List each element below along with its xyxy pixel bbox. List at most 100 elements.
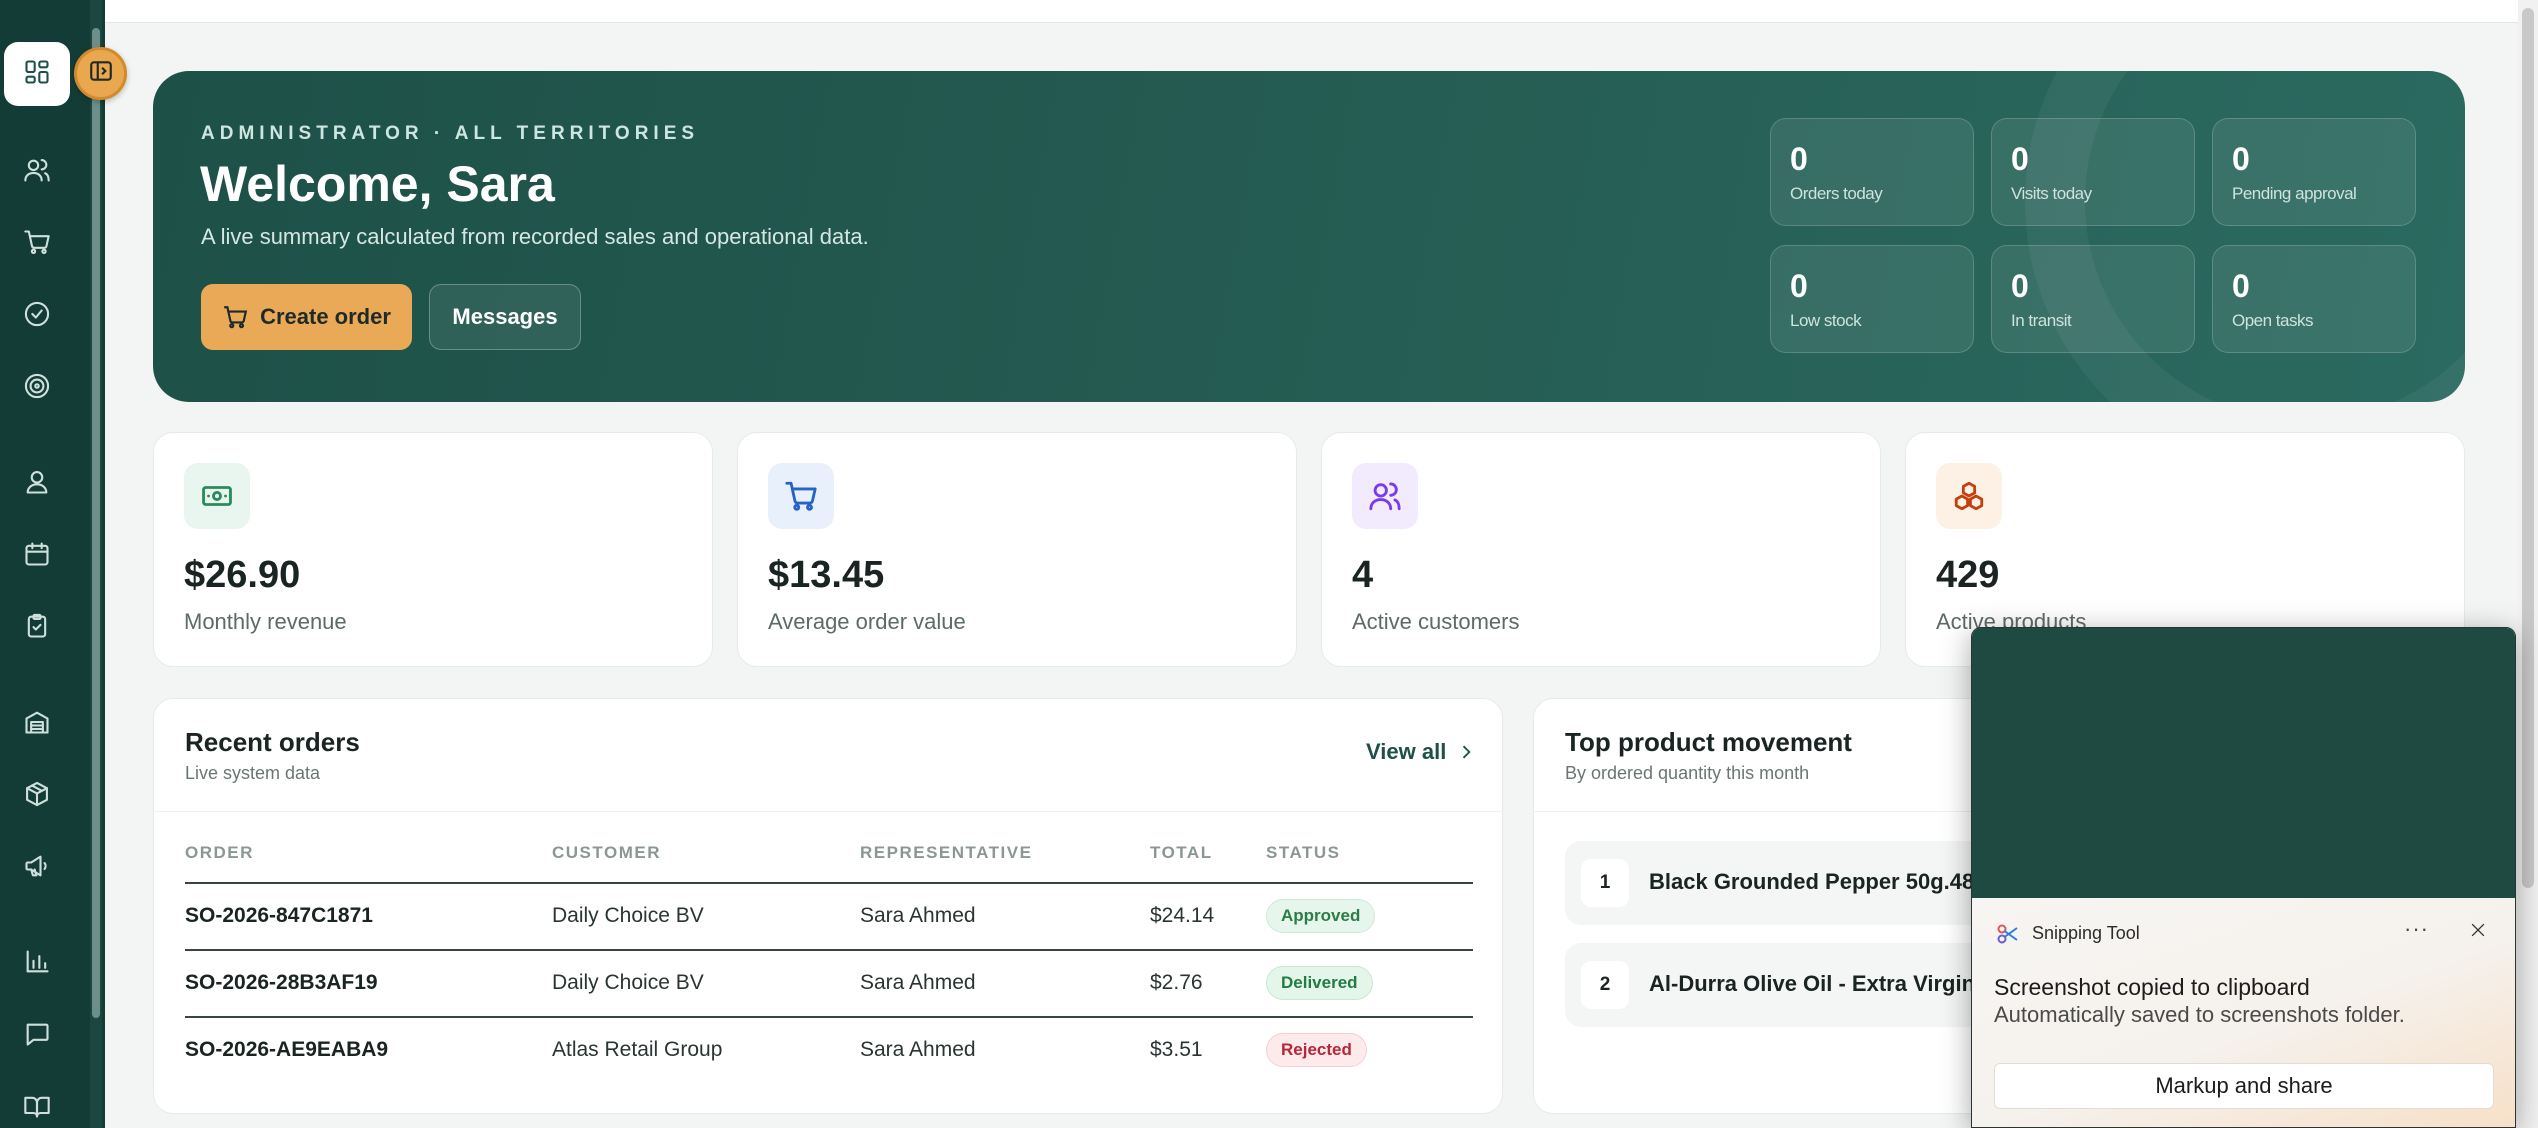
nav-approvals[interactable] <box>20 297 54 331</box>
kpi-active-customers: 4 Active customers <box>1321 432 1881 667</box>
status-badge: Rejected <box>1266 1033 1367 1067</box>
stat-label: Low stock <box>1790 311 1862 330</box>
nav-campaigns[interactable] <box>20 849 54 883</box>
customer-name: Atlas Retail Group <box>552 1038 723 1061</box>
package-icon <box>26 781 48 807</box>
nav-orders[interactable] <box>20 225 54 259</box>
sidebar-scrollbar[interactable] <box>90 0 102 1128</box>
notification-detail: Automatically saved to screenshots folde… <box>1994 1002 2405 1027</box>
stat-value: 0 <box>2011 268 2029 304</box>
stat-value: 0 <box>1790 268 1808 304</box>
stat-visits-today[interactable]: 0 Visits today <box>1991 118 2195 226</box>
nav-calendar[interactable] <box>20 537 54 571</box>
kpi-label: Average order value <box>768 609 966 634</box>
app-name: Snipping Tool <box>2032 923 2140 943</box>
order-id[interactable]: SO-2026-AE9EABA9 <box>185 1038 388 1062</box>
movement-subtitle: By ordered quantity this month <box>1565 763 1810 783</box>
snipping-tool-notification[interactable]: Snipping Tool ··· Screenshot copied to c… <box>1971 627 2516 1128</box>
messages-button[interactable]: Messages <box>429 284 581 350</box>
kpi-value: $13.45 <box>768 554 885 596</box>
snipping-tool-icon <box>1997 924 2018 944</box>
stat-label: Orders today <box>1790 184 1883 203</box>
movement-title: Top product movement <box>1565 727 1852 757</box>
product-name: Black Grounded Pepper 50g.48 <box>1649 869 1975 894</box>
notification-body: Snipping Tool ··· Screenshot copied to c… <box>1972 898 2515 1127</box>
product-name: Al-Durra Olive Oil - Extra Virgin - <box>1649 971 1989 996</box>
product-rank: 1 <box>1581 859 1629 907</box>
order-total: $2.76 <box>1150 971 1203 994</box>
stat-label: Open tasks <box>2232 311 2314 330</box>
order-total: $3.51 <box>1150 1038 1203 1061</box>
close-icon[interactable] <box>2468 920 2490 942</box>
page-scrollbar-thumb[interactable] <box>2522 8 2534 888</box>
nav-dashboard[interactable] <box>4 42 70 106</box>
sidebar <box>0 0 127 1128</box>
nav-reports[interactable] <box>20 945 54 979</box>
nav-customers[interactable] <box>20 153 54 187</box>
cash-icon <box>184 463 250 529</box>
order-id[interactable]: SO-2026-28B3AF19 <box>185 971 378 995</box>
welcome-subtitle: A live summary calculated from recorded … <box>201 224 869 249</box>
users-icon <box>1352 463 1418 529</box>
column-header-order[interactable]: ORDER <box>185 843 254 863</box>
column-header-representative[interactable]: REPRESENTATIVE <box>860 843 1032 863</box>
header-divider <box>154 811 1504 812</box>
product-rank: 2 <box>1581 961 1629 1009</box>
representative-name: Sara Ahmed <box>860 904 976 927</box>
row-divider <box>185 949 1473 951</box>
representative-name: Sara Ahmed <box>860 971 976 994</box>
recent-orders-subtitle: Live system data <box>185 763 321 783</box>
nav-docs[interactable] <box>20 1089 54 1123</box>
clipboard-icon <box>27 613 47 638</box>
stat-value: 0 <box>2232 268 2250 304</box>
dashboard-icon <box>23 58 51 91</box>
view-all-label: View all <box>1366 739 1447 764</box>
target-icon <box>24 373 50 399</box>
nav-messages[interactable] <box>20 1017 54 1051</box>
calendar-icon <box>25 542 49 566</box>
markup-and-share-button[interactable]: Markup and share <box>1994 1063 2494 1109</box>
kpi-label: Monthly revenue <box>184 609 347 634</box>
column-header-total[interactable]: TOTAL <box>1150 843 1213 863</box>
order-id[interactable]: SO-2026-847C1871 <box>185 904 373 928</box>
cart-icon <box>768 463 834 529</box>
stat-orders-today[interactable]: 0 Orders today <box>1770 118 1974 226</box>
stat-value: 0 <box>2232 141 2250 177</box>
sidebar-toggle-button[interactable] <box>74 47 127 100</box>
book-icon <box>24 1096 50 1118</box>
sidebar-toggle-icon <box>88 58 114 89</box>
kpi-average-order-value: $13.45 Average order value <box>737 432 1297 667</box>
top-bar <box>105 0 2518 23</box>
nav-warehouse[interactable] <box>20 705 54 739</box>
create-order-button[interactable]: Create order <box>201 284 412 350</box>
kpi-value: 4 <box>1352 554 1374 596</box>
recent-orders-panel: Recent orders Live system data View all … <box>153 698 1504 1114</box>
page-scrollbar[interactable] <box>2518 0 2538 1128</box>
users-icon <box>24 159 50 182</box>
view-all-link[interactable]: View all <box>1366 739 1476 765</box>
welcome-banner: ADMINISTRATOR · ALL TERRITORIES Welcome,… <box>153 71 2465 402</box>
nav-targets[interactable] <box>20 369 54 403</box>
stat-low-stock[interactable]: 0 Low stock <box>1770 245 1974 353</box>
role-eyebrow: ADMINISTRATOR · ALL TERRITORIES <box>201 123 700 144</box>
nav-products[interactable] <box>20 777 54 811</box>
stat-in-transit[interactable]: 0 In transit <box>1991 245 2195 353</box>
representative-name: Sara Ahmed <box>860 1038 976 1061</box>
kpi-value: 429 <box>1936 554 2000 596</box>
status-badge: Approved <box>1266 899 1376 933</box>
stat-pending-approval[interactable]: 0 Pending approval <box>2212 118 2416 226</box>
kpi-label: Active customers <box>1352 609 1520 634</box>
stat-open-tasks[interactable]: 0 Open tasks <box>2212 245 2416 353</box>
nav-tasks[interactable] <box>20 609 54 643</box>
screenshot-preview[interactable] <box>1972 628 2515 898</box>
nav-contacts[interactable] <box>20 465 54 499</box>
welcome-title: Welcome, Sara <box>200 156 555 212</box>
more-options-button[interactable]: ··· <box>2404 916 2429 942</box>
sidebar-scrollbar-thumb[interactable] <box>92 28 100 1018</box>
contact-icon <box>26 471 48 494</box>
cart-icon <box>224 306 248 329</box>
column-header-customer[interactable]: CUSTOMER <box>552 843 661 863</box>
stat-label: In transit <box>2011 311 2072 330</box>
column-header-status[interactable]: STATUS <box>1266 843 1340 863</box>
status-badge: Delivered <box>1266 966 1373 1000</box>
